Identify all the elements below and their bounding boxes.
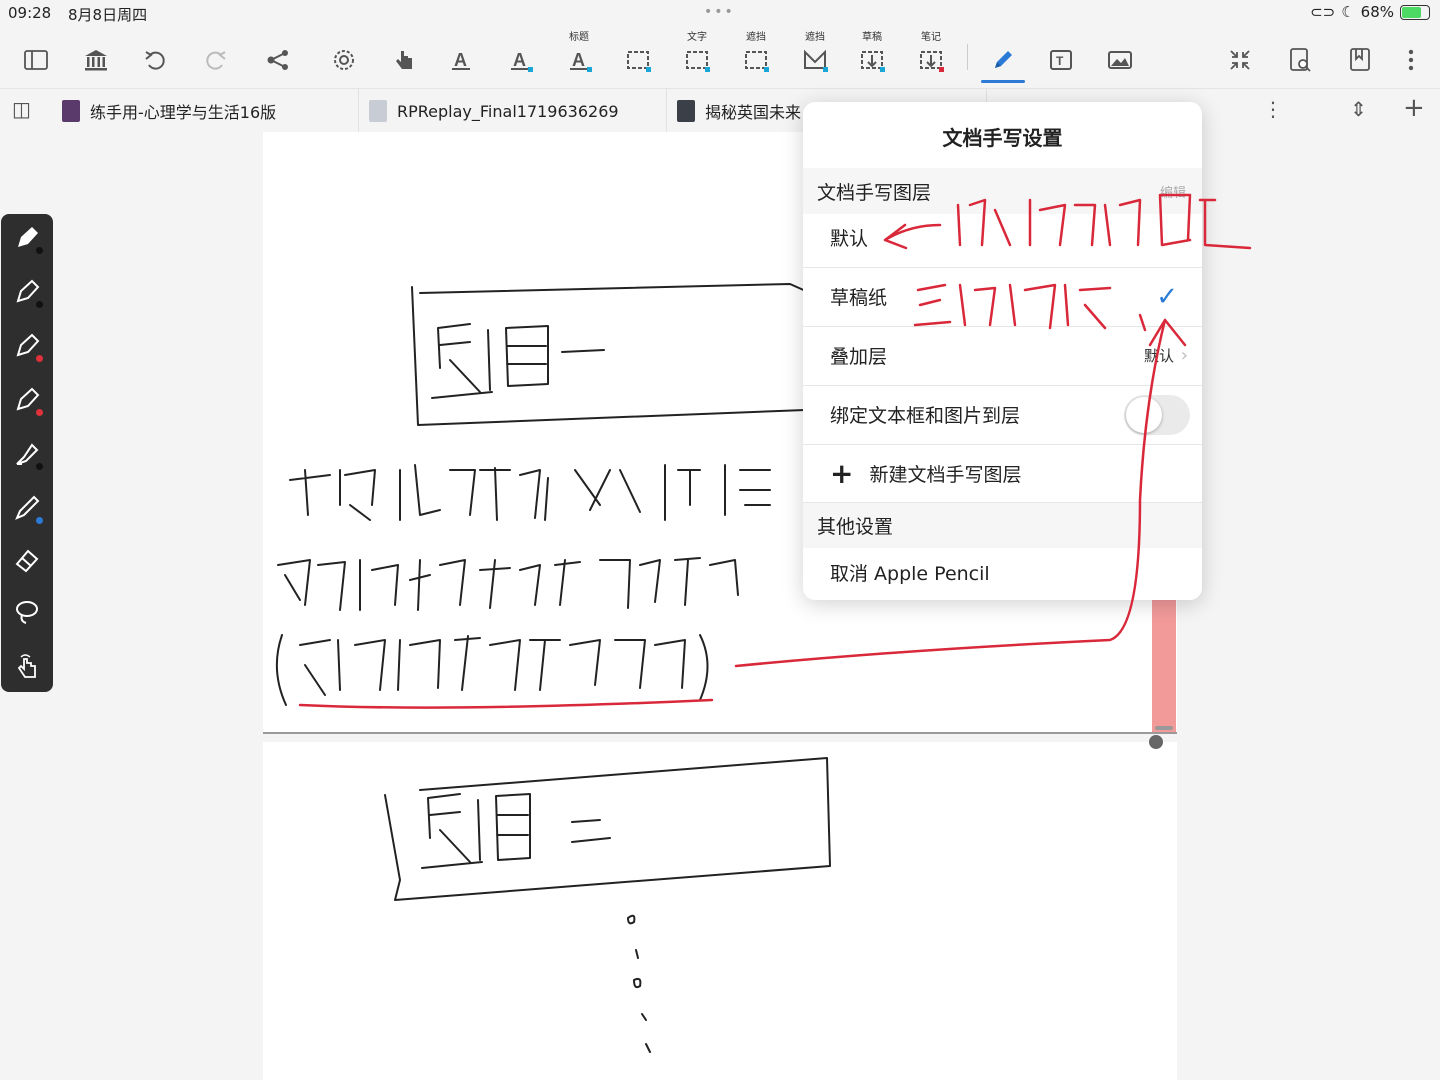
color-dot [36,409,43,416]
touch-tool[interactable] [9,648,45,684]
other-section-label: 其他设置 [817,516,894,538]
bind-label: 绑定文本框和图片到层 [830,405,1021,427]
color-dot [36,301,43,308]
handwriting-scribbles [627,914,651,1053]
layer-row-default[interactable]: 默认 [803,208,1202,266]
handwriting-title-2 [421,793,611,869]
popover-title: 文档手写设置 [942,126,1063,150]
fountain-pen-tool[interactable] [9,220,45,256]
handwriting-box-2 [384,757,831,901]
finger-touch-icon [17,654,36,678]
overlay-label: 叠加层 [830,346,888,368]
eraser-tool[interactable] [9,542,45,578]
scroll-grip[interactable] [1155,726,1173,730]
new-layer-label: 新建文档手写图层 [869,464,1022,486]
overlay-layer-row[interactable]: 叠加层 默认 › [803,326,1202,384]
layer-label: 草稿纸 [830,287,888,309]
layer-row-draft[interactable]: 草稿纸 ✓ [803,267,1202,325]
cancel-pencil-label: 取消 Apple Pencil [830,562,990,585]
handwriting-line-3 [275,634,709,706]
layers-section-label: 文档手写图层 [817,181,932,204]
handwriting-line-1 [289,464,771,521]
color-dot [36,247,43,254]
handwriting-settings-popover: 文档手写设置 文档手写图层 编辑 默认 草稿纸 ✓ 叠加层 默认 › 绑定文本框… [803,102,1202,600]
chevron-right-icon: › [1180,345,1188,366]
color-dot [36,517,43,524]
handwriting-layer [275,283,831,1053]
layer-label: 默认 [830,227,869,250]
pen-tool-black[interactable] [9,274,45,310]
color-dot [36,463,43,470]
handwriting-line-2 [277,557,739,611]
eraser-icon [15,549,39,573]
checkmark-icon: ✓ [1156,281,1178,312]
bind-layer-row: 绑定文本框和图片到层 [803,385,1202,443]
plus-icon: + [830,457,854,490]
edit-layers-button[interactable]: 编辑 [1160,182,1186,201]
highlighter-tool[interactable] [9,436,45,472]
pen-tool-rail [1,214,53,692]
handwriting-box-1 [411,283,809,426]
other-section-header: 其他设置 [803,502,1202,548]
overlay-value: 默认 [1143,347,1174,365]
lasso-tool[interactable] [9,594,45,630]
scroll-thumb[interactable] [1152,598,1176,732]
scroll-knob-icon[interactable] [1149,735,1163,749]
new-layer-row[interactable]: + 新建文档手写图层 [803,444,1202,502]
app-window: 09:28 8月8日周四 ••• ⊂⊃ ☾ 68% A A 标题 A 文字 遮挡… [0,0,1440,1080]
pen-tool-red-1[interactable] [9,328,45,364]
cancel-pencil-row[interactable]: 取消 Apple Pencil [803,543,1202,600]
color-dot [36,355,43,362]
bind-toggle[interactable] [1124,394,1190,435]
pencil-tool[interactable] [9,490,45,526]
pen-tool-red-2[interactable] [9,382,45,418]
handwriting-title-1 [431,323,605,399]
lasso-icon [16,601,38,624]
